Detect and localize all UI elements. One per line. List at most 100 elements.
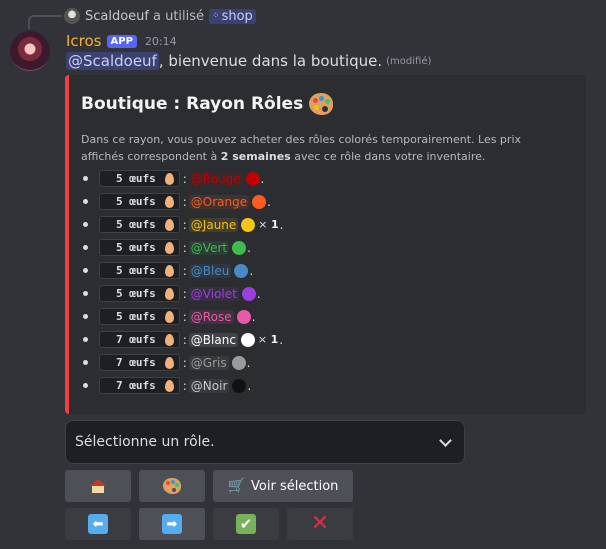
period: . — [246, 355, 251, 370]
price-text: 5 œufs — [116, 195, 156, 208]
embed-title-text: Boutique : Rayon Rôles — [81, 94, 304, 114]
separator: : — [182, 240, 187, 255]
role-list-item: 7 œufs: @Blanc × 1. — [83, 328, 284, 351]
price-text: 7 œufs — [116, 333, 156, 346]
egg-icon — [164, 172, 174, 185]
embed-description: Dans ce rayon, vous pouvez acheter des r… — [81, 131, 551, 165]
price-text: 5 œufs — [116, 172, 156, 185]
command-icon: ⁘ — [212, 11, 219, 21]
select-placeholder: Sélectionne un rôle. — [75, 434, 215, 450]
role-price: 7 œufs — [99, 377, 180, 394]
reply-context[interactable]: Scaldoeuf a utilisé ⁘ shop — [64, 7, 256, 25]
color-circle-icon — [234, 263, 249, 278]
reply-username[interactable]: Scaldoeuf — [85, 9, 149, 24]
separator: : — [182, 286, 187, 301]
price-text: 5 œufs — [116, 310, 156, 323]
color-circle-icon — [232, 240, 247, 255]
view-selection-button[interactable]: 🛒 Voir sélection — [213, 470, 353, 502]
role-list-item: 7 œufs: @Noir. — [83, 374, 284, 397]
price-text: 5 œufs — [116, 264, 156, 277]
role-mention[interactable]: @Orange — [188, 194, 250, 209]
role-price: 5 œufs — [99, 308, 180, 325]
role-mention[interactable]: @Gris — [188, 355, 229, 370]
palette-icon — [163, 478, 181, 494]
period: . — [251, 309, 256, 324]
quantity-owned: × 1 — [258, 218, 279, 231]
bullet — [83, 314, 88, 319]
reply-action: a utilisé — [153, 8, 205, 24]
message-content: @Scaldoeuf , bienvenue dans la boutique.… — [66, 52, 431, 70]
separator: : — [182, 171, 187, 186]
edited-label: (modifié) — [386, 55, 432, 67]
palette-button[interactable] — [139, 470, 205, 502]
role-list: 5 œufs: @Rouge. 5 œufs: @Orange. 5 œufs: @Jau… — [83, 167, 284, 397]
reply-connector — [28, 15, 62, 29]
color-circle-icon — [231, 355, 246, 370]
price-text: 5 œufs — [116, 218, 156, 231]
desc-text-2: avec ce rôle dans votre inventaire. — [290, 150, 486, 163]
egg-icon — [164, 241, 174, 254]
role-list-item: 7 œufs: @Gris. — [83, 351, 284, 374]
color-circle-icon — [252, 194, 267, 209]
user-mention[interactable]: @Scaldoeuf — [66, 52, 159, 70]
period: . — [247, 240, 251, 255]
role-mention[interactable]: @Blanc — [188, 332, 238, 347]
color-circle-icon — [240, 332, 255, 347]
embed-title: Boutique : Rayon Rôles — [81, 93, 334, 115]
confirm-button[interactable]: ✔ — [213, 508, 279, 540]
quantity-value: 1 — [270, 333, 279, 346]
bullet — [83, 176, 88, 181]
home-button[interactable] — [65, 470, 131, 502]
previous-page-button[interactable]: ⬅ — [65, 508, 131, 540]
period: . — [260, 171, 265, 186]
egg-icon — [164, 356, 174, 369]
reply-avatar[interactable] — [64, 8, 80, 24]
role-list-item: 5 œufs: @Orange. — [83, 190, 284, 213]
cross-icon: ✕ — [310, 511, 330, 536]
bullet — [83, 199, 88, 204]
slash-command[interactable]: ⁘ shop — [209, 8, 256, 24]
command-name: shop — [221, 8, 253, 24]
view-selection-label: Voir sélection — [251, 478, 339, 494]
separator: : — [182, 378, 187, 393]
egg-icon — [164, 333, 174, 346]
author-avatar[interactable] — [10, 31, 50, 71]
role-mention[interactable]: @Vert — [188, 240, 230, 255]
role-mention[interactable]: @Jaune — [188, 217, 239, 232]
period: . — [279, 332, 284, 347]
color-circle-icon — [245, 171, 260, 186]
color-circle-icon — [232, 378, 247, 393]
cancel-button[interactable]: ✕ — [287, 508, 353, 540]
next-page-button[interactable]: ➡ — [139, 508, 205, 540]
bullet — [83, 268, 88, 273]
chevron-down-icon — [439, 434, 452, 447]
separator: : — [182, 332, 187, 347]
message-timestamp[interactable]: 20:14 — [145, 35, 177, 48]
color-circle-icon — [236, 309, 251, 324]
role-list-item: 5 œufs: @Rouge. — [83, 167, 284, 190]
role-list-item: 5 œufs: @Bleu. — [83, 259, 284, 282]
quantity-owned: × 1 — [257, 333, 279, 346]
bullet — [83, 245, 88, 250]
role-list-item: 5 œufs: @Jaune × 1. — [83, 213, 284, 236]
role-mention[interactable]: @Bleu — [188, 263, 232, 278]
separator: : — [182, 355, 187, 370]
color-circle-icon — [241, 217, 256, 232]
role-select-dropdown[interactable]: Sélectionne un rôle. — [65, 420, 465, 464]
role-list-item: 5 œufs: @Vert. — [83, 236, 284, 259]
cart-icon: 🛒 — [227, 478, 246, 494]
message-header: Icros APP 20:14 — [66, 31, 177, 51]
price-text: 7 œufs — [116, 379, 156, 392]
price-text: 5 œufs — [116, 287, 156, 300]
role-mention[interactable]: @Rouge — [188, 171, 243, 186]
bullet — [83, 222, 88, 227]
role-price: 5 œufs — [99, 285, 180, 302]
author-name[interactable]: Icros — [66, 32, 102, 50]
role-price: 5 œufs — [99, 193, 180, 210]
price-text: 5 œufs — [116, 241, 156, 254]
role-mention[interactable]: @Violet — [188, 286, 239, 301]
role-mention[interactable]: @Rose — [188, 309, 234, 324]
egg-icon — [164, 310, 174, 323]
period: . — [256, 286, 261, 301]
role-mention[interactable]: @Noir — [188, 378, 230, 393]
